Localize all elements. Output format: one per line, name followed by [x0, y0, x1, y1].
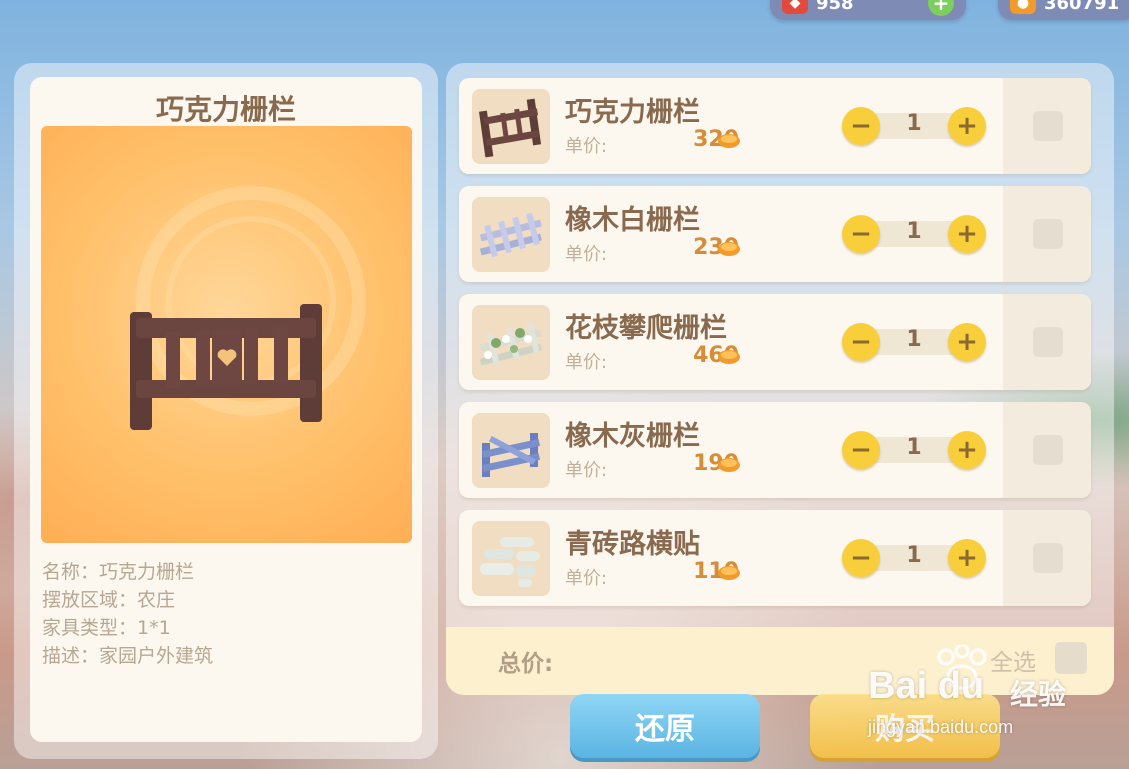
- coin-icon: ●: [1010, 0, 1036, 14]
- quantity-stepper: − 1 +: [842, 539, 986, 577]
- gem-counter: ◆ 958 +: [770, 0, 966, 20]
- cart-item-row: 橡木灰栅栏 单价: 190 − 1 +: [459, 402, 1091, 498]
- select-checkbox[interactable]: [1033, 219, 1063, 249]
- quantity-stepper: − 1 +: [842, 431, 986, 469]
- item-name: 橡木灰栅栏: [565, 421, 700, 452]
- item-thumbnail: [472, 89, 550, 164]
- unit-price-label: 单价:: [565, 352, 608, 373]
- item-name: 花枝攀爬栅栏: [565, 313, 727, 344]
- decrease-button[interactable]: −: [842, 215, 880, 253]
- add-gems-button[interactable]: +: [928, 0, 954, 16]
- unit-price-label: 单价:: [565, 244, 608, 265]
- unit-price-label: 单价:: [565, 136, 608, 157]
- brick-path-icon: [480, 537, 540, 587]
- detail-title: 巧克力栅栏: [155, 93, 296, 126]
- decrease-button[interactable]: −: [842, 107, 880, 145]
- item-thumbnail: [472, 197, 550, 272]
- decrease-button[interactable]: −: [842, 323, 880, 361]
- decrease-button[interactable]: −: [842, 431, 880, 469]
- quantity-value: 1: [906, 435, 922, 460]
- increase-button[interactable]: +: [948, 107, 986, 145]
- coin-amount: 360791: [1044, 0, 1120, 14]
- cart-item-row: 青砖路横贴 单价: 110 − 1 +: [459, 510, 1091, 606]
- reset-button[interactable]: 还原: [570, 694, 760, 758]
- flower-vine-fence-icon: [479, 320, 542, 366]
- increase-button[interactable]: +: [948, 539, 986, 577]
- select-checkbox[interactable]: [1033, 111, 1063, 141]
- quantity-value: 1: [906, 543, 922, 568]
- info-area: 摆放区域：农庄: [42, 589, 176, 611]
- increase-button[interactable]: +: [948, 215, 986, 253]
- decrease-button[interactable]: −: [842, 539, 880, 577]
- gem-amount: 958: [816, 0, 854, 14]
- gray-oak-fence-icon: [481, 433, 540, 477]
- select-checkbox[interactable]: [1033, 543, 1063, 573]
- item-preview: [41, 126, 412, 543]
- quantity-value: 1: [906, 327, 922, 352]
- quantity-stepper: − 1 +: [842, 107, 986, 145]
- cart-item-row: 橡木白栅栏 单价: 230 − 1 +: [459, 186, 1091, 282]
- bread-coin-icon: [718, 134, 740, 148]
- increase-button[interactable]: +: [948, 431, 986, 469]
- chocolate-fence-icon: [478, 98, 542, 158]
- select-area: [1003, 294, 1091, 390]
- white-oak-fence-icon: [479, 212, 542, 258]
- info-desc: 描述：家园户外建筑: [42, 645, 214, 667]
- bread-coin-icon: [718, 350, 740, 364]
- info-name: 名称：巧克力栅栏: [42, 561, 195, 583]
- bread-coin-icon: [718, 242, 740, 256]
- cart-item-row: 花枝攀爬栅栏 单价: 460 − 1 +: [459, 294, 1091, 390]
- quantity-stepper: − 1 +: [842, 323, 986, 361]
- item-name: 巧克力栅栏: [565, 97, 700, 128]
- item-name: 橡木白栅栏: [565, 205, 700, 236]
- info-type: 家具类型：1*1: [42, 617, 171, 639]
- quantity-stepper: − 1 +: [842, 215, 986, 253]
- bread-coin-icon: [718, 458, 740, 472]
- select-area: [1003, 510, 1091, 606]
- coin-counter: ● 360791: [998, 0, 1129, 20]
- unit-price-label: 单价:: [565, 568, 608, 589]
- select-checkbox[interactable]: [1033, 327, 1063, 357]
- select-area: [1003, 402, 1091, 498]
- item-name: 青砖路横贴: [565, 529, 700, 560]
- quantity-value: 1: [906, 219, 922, 244]
- item-thumbnail: [472, 521, 550, 596]
- buy-button[interactable]: 购买: [810, 694, 1000, 758]
- item-thumbnail: [472, 305, 550, 380]
- bread-coin-icon: [718, 566, 740, 580]
- quantity-value: 1: [906, 111, 922, 136]
- select-all-label: 全选: [990, 650, 1036, 676]
- total-price-label: 总价:: [498, 651, 554, 677]
- select-checkbox[interactable]: [1033, 435, 1063, 465]
- item-info: 名称：巧克力栅栏 摆放区域：农庄 家具类型：1*1 描述：家园户外建筑: [42, 558, 213, 670]
- select-area: [1003, 186, 1091, 282]
- increase-button[interactable]: +: [948, 323, 986, 361]
- select-area: [1003, 78, 1091, 174]
- gem-icon: ◆: [782, 0, 808, 14]
- chocolate-fence-icon: [130, 304, 322, 430]
- select-all-checkbox[interactable]: [1055, 642, 1087, 674]
- item-thumbnail: [472, 413, 550, 488]
- cart-item-row: 巧克力栅栏 单价: 320 − 1 +: [459, 78, 1091, 174]
- unit-price-label: 单价:: [565, 460, 608, 481]
